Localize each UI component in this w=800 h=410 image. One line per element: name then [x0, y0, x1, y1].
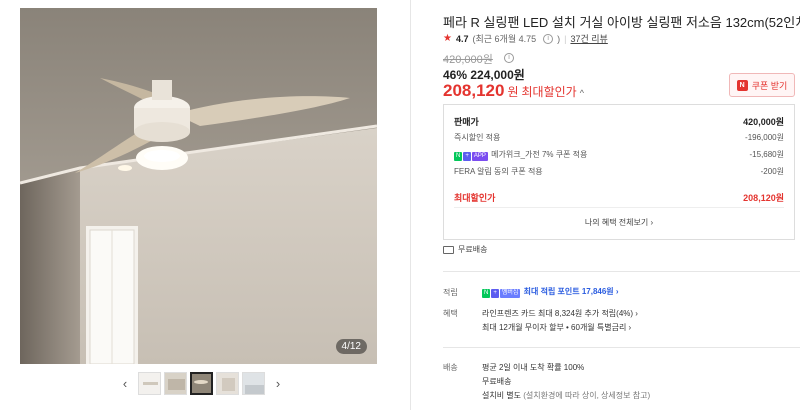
my-benefits-link[interactable]: 나의 혜택 전체보기 ›: [444, 217, 794, 228]
install-cost-label: 설치비 별도: [482, 391, 522, 400]
thumbnail-3[interactable]: [190, 372, 213, 395]
ceiling-fan-photo: [20, 8, 377, 364]
row-label: FERA 알림 동의 쿠폰 적용: [454, 167, 543, 176]
thumbnail-4[interactable]: [216, 372, 239, 395]
thumb-next-arrow-icon[interactable]: ›: [268, 376, 288, 391]
separator: |: [564, 33, 567, 44]
discount-percent: 46%: [443, 68, 468, 82]
coupon-button[interactable]: N 쿠폰 받기: [729, 73, 795, 97]
breakdown-row: FERA 알림 동의 쿠폰 적용 -200원: [454, 166, 784, 177]
points-value[interactable]: N + 멤버십 최대 적립 포인트 17,846원 ›: [482, 286, 619, 298]
points-label: 적립: [443, 288, 458, 297]
divider: [454, 207, 784, 208]
row-value: -200원: [760, 167, 784, 176]
row-label: 메가위크_가전 7% 쿠폰 적용: [491, 150, 588, 159]
max-points-link[interactable]: 최대 적립 포인트 17,846원 ›: [524, 287, 619, 296]
benefits-label: 혜택: [443, 309, 458, 318]
thumbnail-strip: ‹ ›: [115, 372, 288, 395]
delivery-eta: 평균 2일 이내 도착 확률 100%: [482, 363, 585, 372]
naver-badge: N: [454, 152, 463, 161]
max-price-row[interactable]: 208,120 원 최대할인가 ^: [443, 81, 584, 101]
plus-badge: +: [463, 152, 471, 161]
product-main-image[interactable]: 4/12: [20, 8, 377, 364]
row-label: 즉시할인 적용: [454, 133, 501, 142]
star-icon: ★: [443, 33, 452, 44]
chevron-up-icon: ^: [579, 88, 584, 98]
app-badge: APP: [471, 152, 488, 161]
product-title: 페라 R 실링팬 LED 설치 거실 아이방 실링팬 저소음 132cm(52인…: [443, 15, 800, 30]
column-divider: [410, 0, 411, 410]
price-info-icon[interactable]: i: [504, 53, 514, 63]
thumb-prev-arrow-icon[interactable]: ‹: [115, 376, 135, 391]
row-label: 판매가: [454, 117, 479, 127]
max-price-unit: 원: [507, 85, 519, 99]
shipping-row: 무료배송: [443, 244, 487, 255]
coupon-icon: N: [736, 79, 748, 91]
naver-badge: N: [482, 289, 491, 298]
original-price: 420,000원: [443, 51, 493, 67]
row-value: 208,120원: [743, 193, 784, 203]
breakdown-row: 판매가 420,000원: [454, 115, 784, 128]
row-value: -196,000원: [745, 133, 784, 142]
max-price: 208,120: [443, 81, 505, 100]
plus-badge: +: [491, 289, 499, 298]
row-label: 최대할인가: [454, 193, 496, 203]
shipping-label: 무료배송: [458, 245, 488, 254]
sale-price: 224,000원: [470, 68, 525, 82]
breakdown-total-row: 최대할인가 208,120원: [454, 191, 784, 204]
info-icon[interactable]: i: [543, 33, 554, 44]
delivery-label: 배송: [443, 363, 458, 372]
divider: [443, 347, 800, 348]
installment-benefit-link[interactable]: 최대 12개월 무이자 할부 • 60개월 특별금리 ›: [482, 322, 631, 333]
thumbnail-2[interactable]: [164, 372, 187, 395]
rating-recent: (최근 6개월 4.75: [472, 34, 537, 44]
delivery-free: 무료배송: [482, 377, 512, 386]
install-cost-note: (설치환경에 따라 상이, 상세정보 참고): [523, 391, 651, 400]
original-price-value: 420,000원: [443, 54, 493, 66]
rating-value: 4.7: [455, 33, 469, 44]
row-value: 420,000원: [743, 117, 784, 127]
row-value: -15,680원: [749, 150, 785, 159]
delivery-install: 설치비 별도 (설치환경에 따라 상이, 상세정보 참고): [482, 390, 650, 401]
image-counter: 4/12: [335, 339, 367, 354]
review-link[interactable]: 37건 리뷰: [570, 32, 607, 45]
rating-row: ★ 4.7 (최근 6개월 4.75 i) | 37건 리뷰: [443, 32, 608, 45]
card-benefit-link[interactable]: 라인프렌즈 카드 최대 8,324원 추가 적립(4%) ›: [482, 308, 638, 319]
thumbnail-5[interactable]: [242, 372, 265, 395]
divider: [443, 271, 800, 272]
coupon-label: 쿠폰 받기: [751, 80, 788, 91]
membership-badge: 멤버십: [499, 289, 521, 298]
max-price-label: 최대할인가: [521, 85, 577, 99]
truck-icon: [443, 245, 454, 254]
rating-close: ): [557, 33, 561, 44]
discount-breakdown: 판매가 420,000원 즉시할인 적용 -196,000원 N + APP 메가위…: [443, 104, 795, 240]
thumbnail-1[interactable]: [138, 372, 161, 395]
breakdown-row: 즉시할인 적용 -196,000원: [454, 132, 784, 143]
breakdown-row: N + APP 메가위크_가전 7% 쿠폰 적용 -15,680원: [454, 149, 784, 161]
